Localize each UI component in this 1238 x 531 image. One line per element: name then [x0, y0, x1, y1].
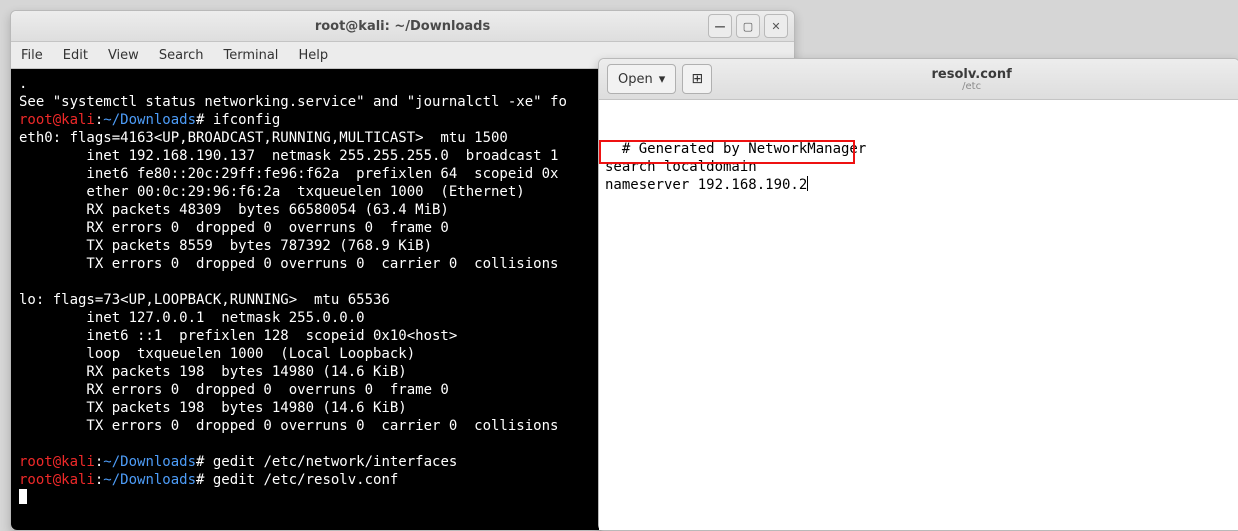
- menu-view[interactable]: View: [108, 48, 139, 63]
- new-document-icon: ⊞: [691, 71, 703, 87]
- menu-file[interactable]: File: [21, 48, 43, 63]
- gedit-title-block: resolv.conf /etc: [712, 67, 1231, 92]
- menu-terminal[interactable]: Terminal: [223, 48, 278, 63]
- gedit-window: Open ▾ ⊞ resolv.conf /etc # Generated by…: [598, 58, 1238, 531]
- close-button[interactable]: ✕: [764, 14, 788, 38]
- menu-help[interactable]: Help: [298, 48, 328, 63]
- gedit-document-title: resolv.conf: [712, 67, 1231, 82]
- open-button[interactable]: Open ▾: [607, 64, 676, 94]
- gedit-document-path: /etc: [712, 81, 1231, 92]
- gedit-header[interactable]: Open ▾ ⊞ resolv.conf /etc: [599, 59, 1238, 100]
- chevron-down-icon: ▾: [659, 72, 666, 87]
- gedit-editor[interactable]: # Generated by NetworkManager search loc…: [599, 100, 1238, 530]
- terminal-titlebar[interactable]: root@kali: ~/Downloads — ▢ ✕: [11, 11, 794, 42]
- new-document-button[interactable]: ⊞: [682, 64, 712, 94]
- menu-search[interactable]: Search: [159, 48, 204, 63]
- open-button-label: Open: [618, 72, 653, 87]
- maximize-button[interactable]: ▢: [736, 14, 760, 38]
- window-controls: — ▢ ✕: [708, 14, 788, 38]
- minimize-button[interactable]: —: [708, 14, 732, 38]
- menu-edit[interactable]: Edit: [63, 48, 88, 63]
- terminal-title: root@kali: ~/Downloads: [11, 19, 794, 34]
